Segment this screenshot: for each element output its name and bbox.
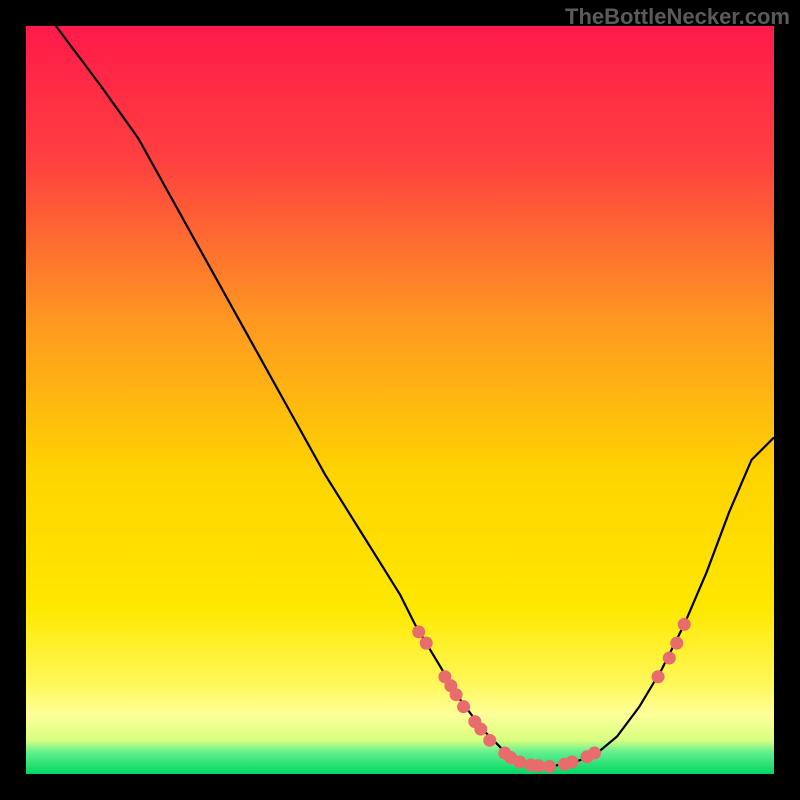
data-marker (412, 625, 425, 638)
data-marker (474, 723, 487, 736)
data-marker (543, 760, 556, 773)
watermark-text: TheBottleNecker.com (565, 4, 790, 30)
data-marker (652, 670, 665, 683)
data-marker (513, 756, 526, 769)
data-marker (483, 734, 496, 747)
data-marker (588, 747, 601, 760)
chart-container: TheBottleNecker.com (0, 0, 800, 800)
chart-svg (26, 26, 774, 774)
data-marker (670, 637, 683, 650)
data-marker (457, 700, 470, 713)
data-marker (532, 759, 545, 772)
data-marker (678, 618, 691, 631)
data-marker (420, 637, 433, 650)
data-marker (450, 688, 463, 701)
data-marker (663, 652, 676, 665)
data-marker (566, 756, 579, 769)
plot-area (26, 26, 774, 774)
